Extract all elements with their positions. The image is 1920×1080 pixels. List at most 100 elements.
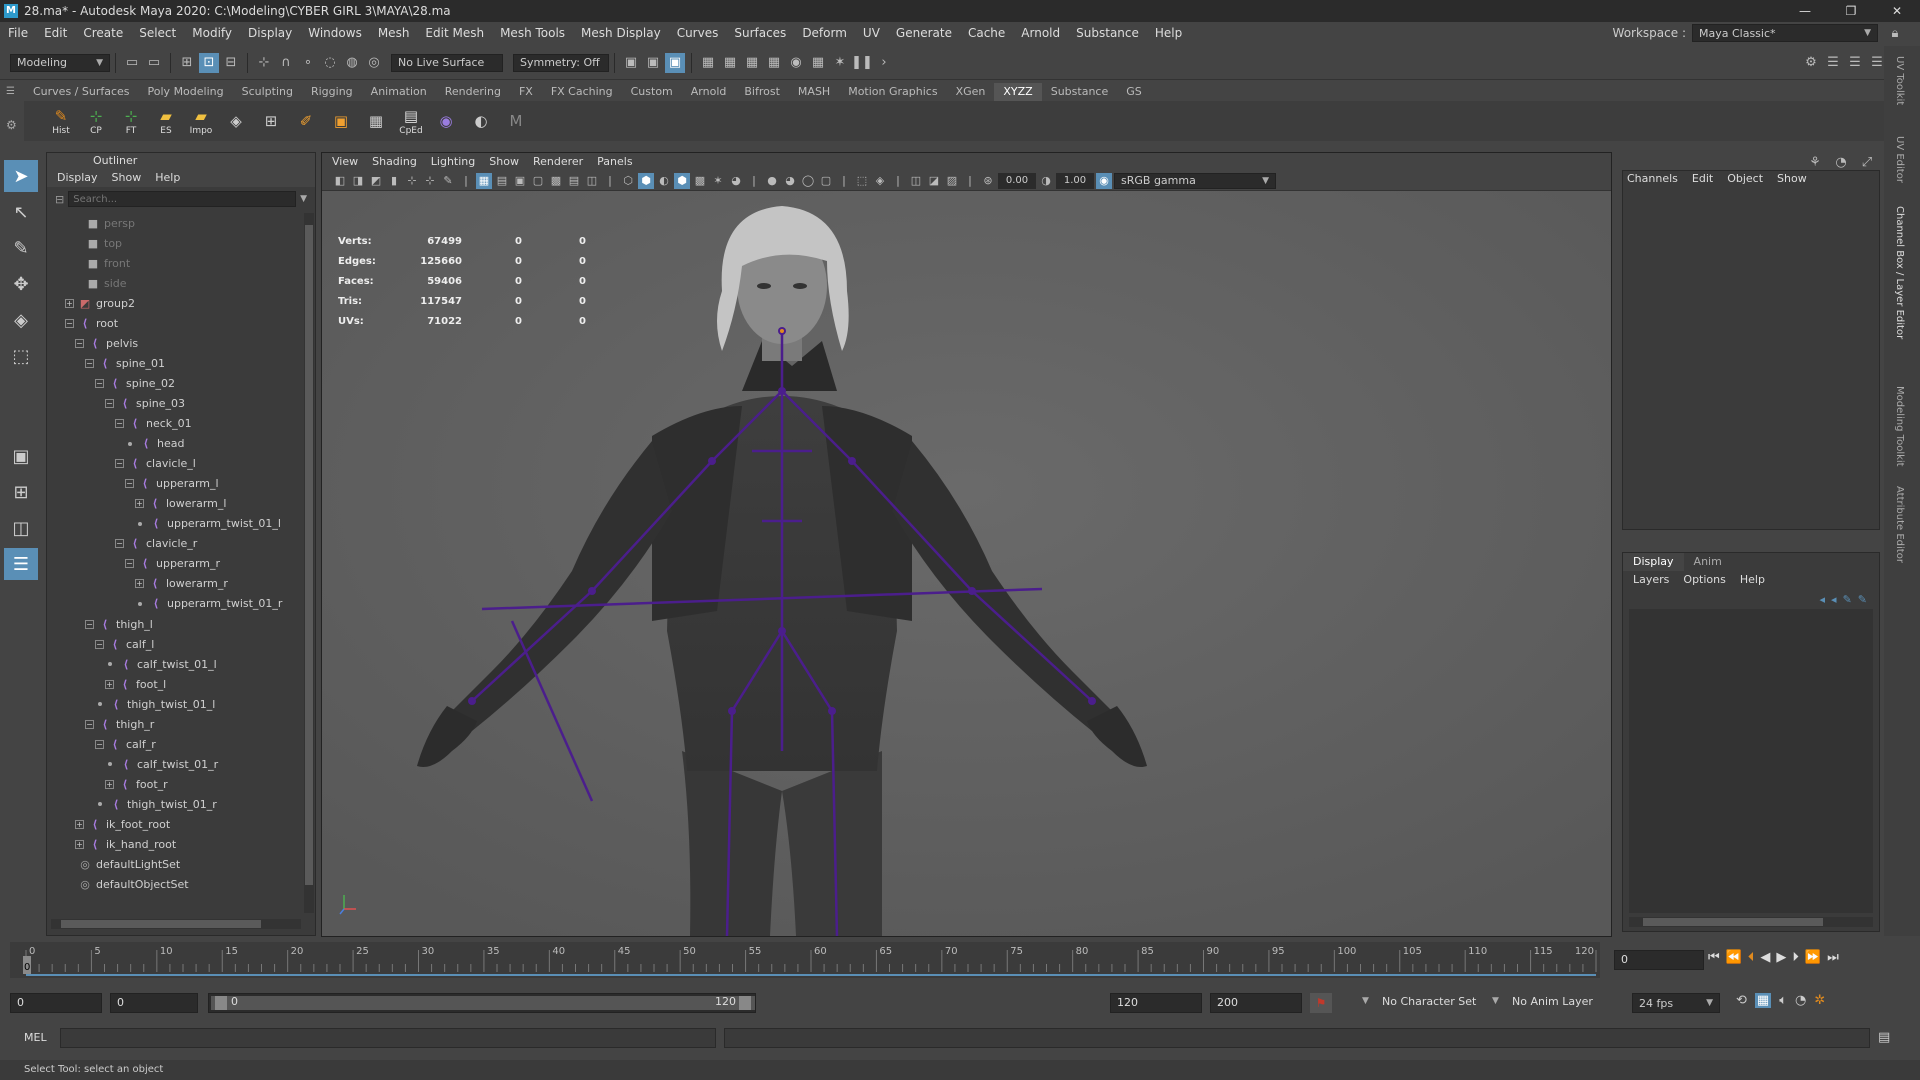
range-handle-end[interactable]	[739, 996, 751, 1010]
snap-surface-icon[interactable]: ◍	[342, 53, 362, 73]
outliner-item-neck-01[interactable]: − ⟨ neck_01	[115, 414, 192, 434]
gear-icon[interactable]: ⚙	[6, 118, 17, 132]
shelf-button-maya-logo[interactable]: M	[499, 102, 533, 140]
two-view-icon[interactable]: ◫	[4, 512, 38, 544]
shelf-button-lasso[interactable]: ◈	[219, 102, 253, 140]
outliner-item-defaultlightset[interactable]: ◎ defaultLightSet	[65, 855, 180, 875]
wireframe-on-shaded-icon[interactable]: ⬢	[674, 172, 690, 189]
collapse-icon[interactable]: −	[115, 419, 124, 428]
shelf-button-cp[interactable]: ⊹ CP	[79, 102, 113, 140]
gamma-field[interactable]: 1.00	[1056, 172, 1094, 189]
shelf-tab-xyzz[interactable]: XYZZ	[994, 83, 1042, 101]
shelf-tab-animation[interactable]: Animation	[362, 83, 436, 101]
anim-layer[interactable]: No Anim Layer	[1512, 995, 1593, 1008]
current-frame-field[interactable]: 0	[1614, 950, 1704, 970]
character-icon[interactable]: ✲	[1814, 993, 1825, 1008]
shadows-icon[interactable]: ◕	[728, 173, 744, 189]
camera-icon[interactable]: ◧	[332, 173, 348, 189]
collapse-icon[interactable]: −	[85, 619, 94, 629]
menu-display[interactable]: Display	[240, 26, 300, 40]
collapse-icon[interactable]: −	[95, 739, 104, 749]
menu-select[interactable]: Select	[131, 26, 184, 40]
viewport-menu-lighting[interactable]: Lighting	[431, 153, 475, 171]
tab-channel-box[interactable]: Channel Box / Layer Editor	[1894, 206, 1905, 339]
chevron-right-icon[interactable]: ›	[874, 53, 894, 73]
playback-end-field[interactable]: 120	[1110, 993, 1202, 1013]
outliner-item-thigh-l[interactable]: − ⟨ thigh_l	[85, 614, 153, 634]
safe-title-icon[interactable]: ▢	[530, 173, 546, 189]
outliner-item-upperarm-twist-01-l[interactable]: ⟨ upperarm_twist_01_l	[135, 514, 281, 534]
default-material-icon[interactable]: ◐	[656, 173, 672, 189]
menu-file[interactable]: File	[0, 26, 36, 40]
play-backward-icon[interactable]: ◀	[1760, 950, 1770, 965]
step-forward-key-icon[interactable]: ⏩	[1805, 950, 1821, 965]
animation-start-field[interactable]: 0	[10, 993, 102, 1013]
shelf-menu-icon[interactable]: ☰	[6, 86, 15, 97]
shelf-tab-rigging[interactable]: Rigging	[302, 83, 362, 101]
chevron-down-icon[interactable]: ▼	[300, 194, 307, 204]
smooth-shade-icon[interactable]: ⬢	[638, 172, 654, 189]
shelf-tab-arnold[interactable]: Arnold	[682, 83, 736, 101]
xray-active-icon[interactable]: ◪	[926, 173, 942, 189]
mode-dropdown[interactable]: Modeling ▼	[10, 53, 110, 72]
scrollbar-thumb[interactable]	[305, 225, 313, 885]
menu-create[interactable]: Create	[75, 26, 131, 40]
colorspace-dropdown[interactable]: sRGB gamma ▼	[1114, 172, 1276, 189]
gate-mask-icon[interactable]: ▩	[548, 173, 564, 189]
collapse-icon[interactable]: −	[75, 338, 84, 348]
menu-cache[interactable]: Cache	[960, 26, 1013, 40]
move-layer-down-icon[interactable]: ◂	[1831, 593, 1837, 606]
outliner-item-clavicle-l[interactable]: − ⟨ clavicle_l	[115, 454, 196, 474]
exposure-icon[interactable]: ⊛	[980, 173, 996, 189]
tab-modeling-toolkit[interactable]: Modeling Toolkit	[1894, 386, 1905, 467]
outliner-item-head[interactable]: ⟨ head	[125, 434, 184, 454]
textured-icon[interactable]: ▩	[692, 173, 708, 189]
chevron-down-icon[interactable]: ▼	[1492, 996, 1499, 1006]
menu-edit-mesh[interactable]: Edit Mesh	[417, 26, 492, 40]
menu-curves[interactable]: Curves	[669, 26, 727, 40]
collapse-icon[interactable]: −	[65, 318, 74, 328]
menu-mesh[interactable]: Mesh	[370, 26, 418, 40]
outliner-item-lowerarm-r[interactable]: + ⟨ lowerarm_r	[135, 574, 228, 594]
construction-history-icon[interactable]: ▣	[621, 53, 641, 73]
symmetry-dropdown[interactable]: Symmetry: Off	[513, 53, 609, 72]
field-chart-icon[interactable]: ▤	[494, 173, 510, 189]
outliner-item-top[interactable]: ■ top	[73, 233, 122, 253]
menu-mesh-display[interactable]: Mesh Display	[573, 26, 669, 40]
wireframe-mode-icon[interactable]: ⬡	[620, 173, 636, 189]
arnold-light-icon[interactable]: ✶	[830, 53, 850, 73]
outliner-hscrollbar[interactable]	[51, 919, 301, 929]
expand-icon[interactable]: +	[135, 499, 144, 509]
tool-settings-icon[interactable]: ☰	[1845, 53, 1865, 73]
outliner-layout-icon[interactable]: ☰	[4, 548, 38, 580]
channel-box-menu-channels[interactable]: Channels	[1627, 172, 1678, 185]
cache-icon[interactable]: ▦	[1754, 993, 1772, 1008]
anim-prefs-icon[interactable]: ◔	[1795, 993, 1806, 1008]
backface-icon[interactable]: ▨	[944, 173, 960, 189]
render-view-icon[interactable]: ▣	[643, 53, 663, 73]
outliner-item-foot-r[interactable]: + ⟨ foot_r	[105, 774, 168, 794]
shelf-tab-gs[interactable]: GS	[1117, 83, 1151, 101]
range-slider[interactable]: 0 120	[208, 993, 756, 1013]
time-slider-ruler[interactable]: 0 5 10 15 20 25 30 35 40 45 50 55 60 65 70 75 80 85 90 95 10…	[10, 942, 1600, 978]
expand-icon[interactable]: ⤢	[1857, 152, 1877, 172]
outliner-item-clavicle-r[interactable]: − ⟨ clavicle_r	[115, 534, 197, 554]
shelf-tab-curves-surfaces[interactable]: Curves / Surfaces	[24, 83, 139, 101]
safe-action-icon[interactable]: ▣	[512, 173, 528, 189]
playback-start-field[interactable]: 0	[110, 993, 198, 1013]
single-view-icon[interactable]: ▣	[4, 440, 38, 472]
outliner-menu-display[interactable]: Display	[57, 169, 98, 187]
render-settings-icon[interactable]: ▦	[742, 53, 762, 73]
outliner-item-calf-twist-01-l[interactable]: ⟨ calf_twist_01_l	[105, 654, 217, 674]
resolution-gate-icon[interactable]: ✎	[440, 173, 456, 189]
shelf-button-cped[interactable]: ▤ CpEd	[394, 102, 428, 140]
sound-icon[interactable]: 🔈︎	[1779, 993, 1787, 1008]
outliner-item-pelvis[interactable]: − ⟨ pelvis	[75, 333, 138, 353]
menu-windows[interactable]: Windows	[300, 26, 370, 40]
color-management-icon[interactable]: ◉	[1096, 172, 1112, 189]
new-scene-icon[interactable]: ▭	[122, 53, 142, 73]
outliner-item-thigh-twist-01-r[interactable]: ⟨ thigh_twist_01_r	[95, 794, 217, 814]
shelf-tab-rendering[interactable]: Rendering	[436, 83, 510, 101]
lasso-tool-icon[interactable]: ↖	[4, 196, 38, 228]
pause-icon[interactable]: ❚❚	[851, 53, 873, 73]
